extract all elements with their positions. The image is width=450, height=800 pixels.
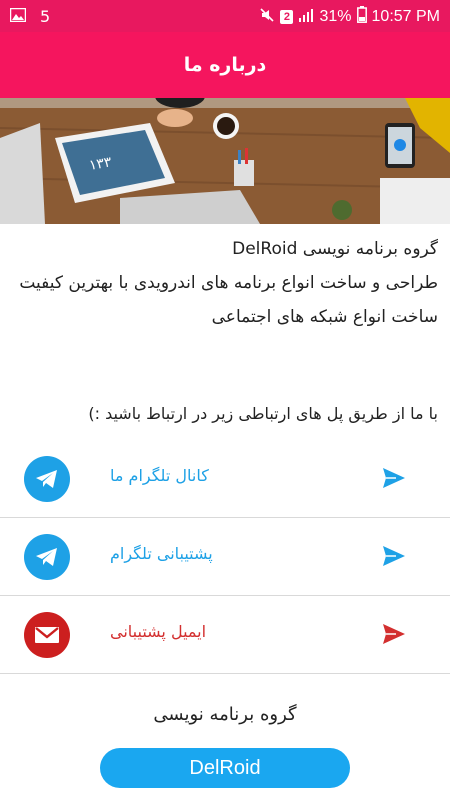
contact-telegram-support[interactable]: پشتیبانی تلگرام	[0, 518, 450, 596]
contact-email-support[interactable]: ایمیل پشتیبانی	[0, 596, 450, 674]
mute-icon	[259, 7, 275, 28]
clock: 10:57 PM	[371, 8, 440, 25]
sim-badge: 2	[280, 10, 294, 24]
gallery-notification-icon	[9, 7, 27, 26]
page-title: درباره ما	[183, 54, 267, 76]
send-icon	[382, 545, 406, 571]
battery-icon	[356, 6, 367, 28]
footer-title: گروه برنامه نویسی	[153, 704, 297, 725]
contact-list: کانال تلگرام ما پشتیبانی تلگرام ایمیل پش…	[0, 440, 450, 674]
telegram-icon	[24, 456, 70, 502]
about-line-services: طراحی و ساخت انواع برنامه های اندرویدی ب…	[19, 273, 438, 293]
send-icon	[382, 467, 406, 493]
contact-intro-text: با ما از طریق پل های ارتباطی زیر در ارتب…	[88, 404, 438, 423]
status-bar: 5 2 31% 10:57 PM	[0, 0, 450, 32]
send-icon	[382, 623, 406, 649]
notification-count: 5	[40, 7, 51, 26]
telegram-icon	[24, 534, 70, 580]
about-line-social: ساخت انواع شبکه های اجتماعی	[211, 307, 438, 327]
about-line-company: گروه برنامه نویسی DelRoid	[232, 239, 438, 259]
delroid-brand-button[interactable]: DelRoid	[100, 748, 350, 788]
about-description: گروه برنامه نویسی DelRoid طراحی و ساخت ا…	[18, 232, 438, 334]
header-banner-image: ١٣٣	[0, 98, 450, 224]
contact-telegram-channel[interactable]: کانال تلگرام ما	[0, 440, 450, 518]
battery-level: 31%	[319, 8, 352, 25]
app-bar: درباره ما	[0, 32, 450, 98]
signal-icon	[298, 8, 314, 27]
email-icon	[24, 612, 70, 658]
